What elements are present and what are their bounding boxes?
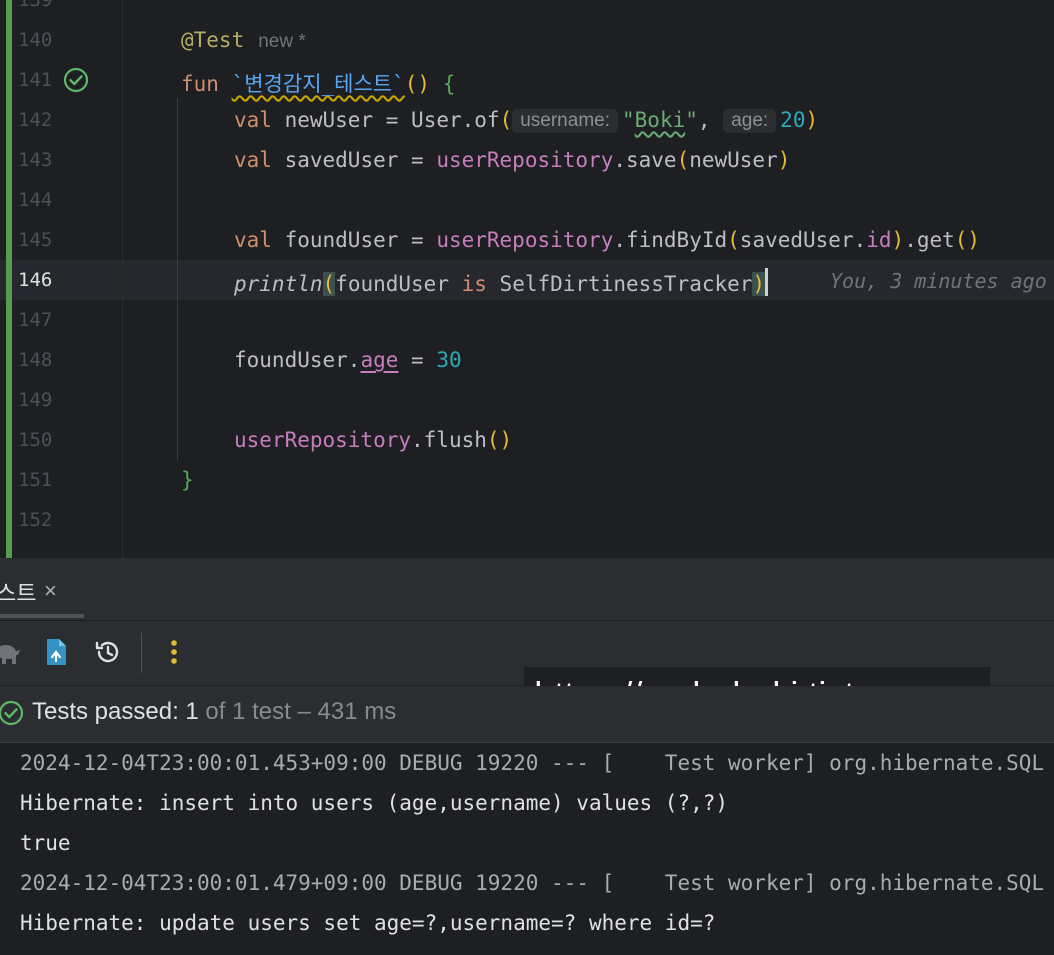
code-line-142[interactable]: 142 val newUser = User.of(username: "Boki… — [0, 100, 1054, 140]
line-number: 151 — [18, 469, 53, 491]
line-number: 147 — [18, 309, 53, 331]
console-line: 2024-12-04T23:00:01.453+09:00 DEBUG 1922… — [20, 751, 1045, 775]
code-line-144[interactable]: 144 — [0, 180, 1054, 220]
test-result-summary: Tests passed: 1 of 1 test – 431 ms — [32, 698, 397, 725]
test-annotation: @Test — [181, 28, 245, 52]
code-line-141[interactable]: 141 fun `변경감지_테스트`() { — [0, 60, 1054, 100]
code-line-143[interactable]: 143 val savedUser = userRepository.save(… — [0, 140, 1054, 180]
tests-passed-check-icon — [0, 700, 24, 730]
run-test-passed-icon[interactable] — [63, 67, 89, 97]
code-line-152[interactable]: 152 — [0, 500, 1054, 540]
console-line: true — [20, 831, 71, 855]
code-line-140[interactable]: 140 @Test new * — [0, 20, 1054, 60]
code-line-145[interactable]: 145 val foundUser = userRepository.findB… — [0, 220, 1054, 260]
test-function-name[interactable]: `변경감지_테스트` — [232, 72, 405, 96]
code-line-151[interactable]: 151 } — [0, 460, 1054, 500]
panel-tab-bar: 스트 × — [0, 558, 1054, 621]
console-line: 2024-12-04T23:00:01.479+09:00 DEBUG 1922… — [20, 871, 1045, 895]
console-output[interactable]: 2024-12-04T23:00:01.453+09:00 DEBUG 1922… — [0, 742, 1054, 955]
toolbar-separator — [141, 633, 142, 673]
console-line: Hibernate: update users set age=?,userna… — [20, 911, 716, 935]
console-line: Hibernate: insert into users (age,userna… — [20, 791, 729, 815]
line-number: 149 — [18, 389, 53, 411]
test-toolbar: https://code-boki.tistory.com — [0, 621, 1054, 723]
code-line-147[interactable]: 147 — [0, 300, 1054, 340]
line-number: 141 — [18, 69, 53, 91]
line-number: 150 — [18, 429, 53, 451]
gradle-elephant-icon[interactable] — [0, 635, 24, 669]
line-number: 142 — [18, 109, 53, 131]
code-line-150[interactable]: 150 userRepository.flush() — [0, 420, 1054, 460]
active-tab-indicator — [0, 614, 84, 618]
new-author-hint[interactable]: new * — [258, 31, 306, 52]
code-editor[interactable]: 139 140 @Test new * 141 fun `변경감지_테스트`() … — [0, 0, 1054, 558]
code-line[interactable]: 139 — [0, 0, 1054, 20]
history-icon[interactable] — [91, 635, 125, 669]
line-number: 139 — [18, 0, 53, 11]
param-hint-username: username: — [512, 109, 618, 133]
line-number: 145 — [18, 229, 53, 251]
file-export-icon[interactable] — [39, 635, 73, 669]
param-hint-age: age: — [723, 109, 777, 133]
code-line-149[interactable]: 149 — [0, 380, 1054, 420]
string-literal: Boki — [634, 108, 686, 132]
git-blame-hint[interactable]: You, 3 minutes ago — [830, 269, 1047, 293]
line-number-active: 146 — [18, 269, 53, 291]
test-run-panel: 스트 × https://code-boki.tistory.com Tests… — [0, 558, 1054, 955]
line-number: 140 — [18, 29, 53, 51]
run-tab-label[interactable]: 스트 — [0, 576, 36, 608]
code-line-148[interactable]: 148 foundUser.age = 30 — [0, 340, 1054, 380]
line-number: 152 — [18, 509, 53, 531]
text-caret — [765, 268, 769, 296]
line-number: 143 — [18, 149, 53, 171]
close-tab-icon[interactable]: × — [44, 578, 57, 604]
line-number: 144 — [18, 189, 53, 211]
test-status-bar: Tests passed: 1 of 1 test – 431 ms — [0, 686, 1054, 742]
code-line-146[interactable]: 146 println(foundUser is SelfDirtinessTr… — [0, 260, 1054, 300]
line-number: 148 — [18, 349, 53, 371]
more-vertical-icon[interactable] — [157, 635, 191, 669]
